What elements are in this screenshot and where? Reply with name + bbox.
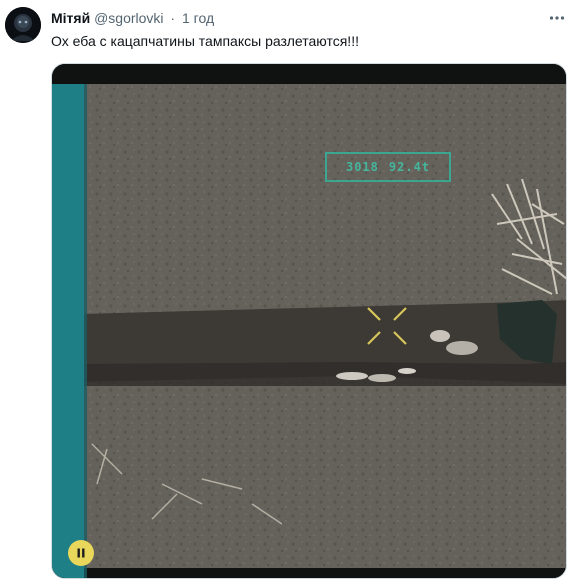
hud-readout: 3018 92.4t: [325, 152, 451, 182]
tweet-card: Мітяй @sgorlovki · 1 год Ох еба с кацапч…: [0, 0, 571, 586]
more-horizontal-icon: [549, 16, 565, 20]
video-player[interactable]: 3018 92.4t: [51, 63, 567, 579]
more-options-button[interactable]: [546, 7, 568, 29]
profile-avatar-image: [5, 7, 41, 43]
tweet-header: Мітяй @sgorlovki · 1 год: [51, 9, 214, 27]
hud-value-1: 3018: [345, 160, 379, 174]
avatar[interactable]: [5, 7, 41, 43]
video-frame: [52, 64, 566, 578]
separator-dot: ·: [170, 10, 176, 26]
author-name[interactable]: Мітяй: [51, 10, 90, 26]
pause-button[interactable]: [68, 540, 94, 566]
author-handle[interactable]: @sgorlovki: [94, 10, 163, 26]
tweet-text: Ох еба с кацапчатины тампаксы разлетаютс…: [51, 33, 359, 49]
pause-icon: [77, 548, 85, 558]
timestamp[interactable]: 1 год: [182, 10, 214, 26]
hud-value-2: 92.4t: [388, 160, 431, 174]
